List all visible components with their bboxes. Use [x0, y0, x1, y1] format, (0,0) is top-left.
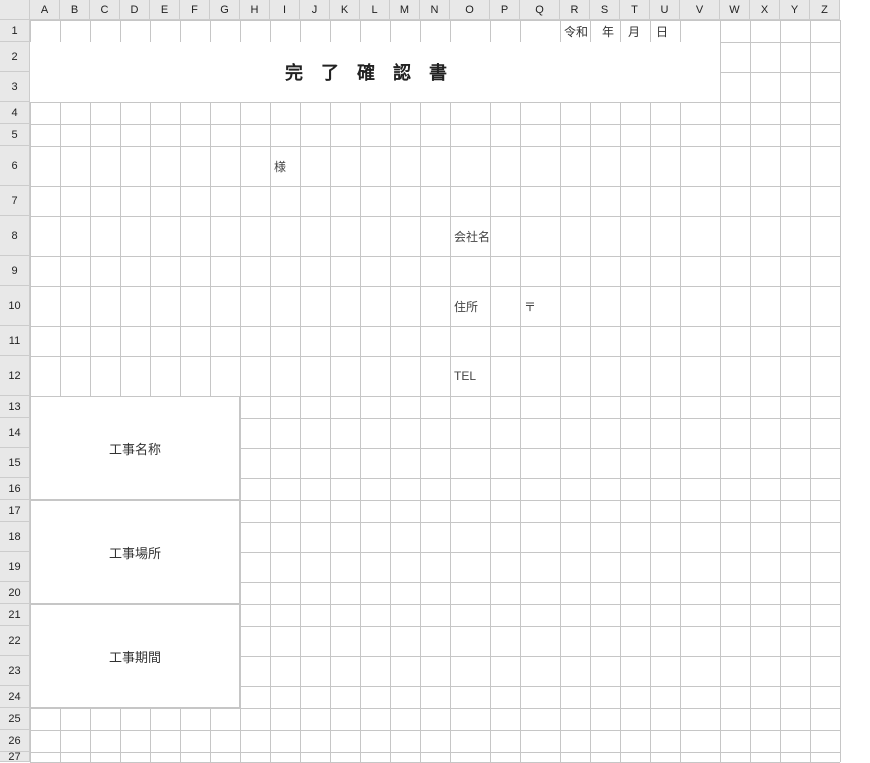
- row-header-3[interactable]: 3: [0, 72, 30, 102]
- column-header-P[interactable]: P: [490, 0, 520, 20]
- column-header-L[interactable]: L: [360, 0, 390, 20]
- row-header-15[interactable]: 15: [0, 448, 30, 478]
- row-header-13[interactable]: 13: [0, 396, 30, 418]
- column-header-Y[interactable]: Y: [780, 0, 810, 20]
- column-header-S[interactable]: S: [590, 0, 620, 20]
- column-header-M[interactable]: M: [390, 0, 420, 20]
- column-header-J[interactable]: J: [300, 0, 330, 20]
- job-name-text: 工事名称: [109, 439, 161, 458]
- row-header-19[interactable]: 19: [0, 552, 30, 582]
- column-header-E[interactable]: E: [150, 0, 180, 20]
- row-header-4[interactable]: 4: [0, 102, 30, 124]
- column-header-I[interactable]: I: [270, 0, 300, 20]
- postal-mark: 〒: [520, 286, 560, 326]
- row-header-21[interactable]: 21: [0, 604, 30, 626]
- addressee-suffix: 様: [270, 146, 300, 186]
- row-header-22[interactable]: 22: [0, 626, 30, 656]
- row-header-24[interactable]: 24: [0, 686, 30, 708]
- row-header-7[interactable]: 7: [0, 186, 30, 216]
- job-name-label: 工事名称: [30, 396, 240, 500]
- select-all-corner[interactable]: [0, 0, 30, 20]
- row-header-25[interactable]: 25: [0, 708, 30, 730]
- column-header-V[interactable]: V: [680, 0, 720, 20]
- job-period-label: 工事期間: [30, 604, 240, 708]
- row-header-9[interactable]: 9: [0, 256, 30, 286]
- row-header-18[interactable]: 18: [0, 522, 30, 552]
- job-place-text: 工事場所: [109, 543, 161, 562]
- row-header-5[interactable]: 5: [0, 124, 30, 146]
- cell-grid[interactable]: 令和年月日 完了確認書 様 会社名 住所 〒 TEL 工事名称 工事場所 工事期…: [30, 20, 840, 762]
- row-header-26[interactable]: 26: [0, 730, 30, 752]
- column-header-H[interactable]: H: [240, 0, 270, 20]
- spreadsheet: ABCDEFGHIJKLMNOPQRSTUVWXYZ 1234567891011…: [0, 0, 870, 742]
- column-header-A[interactable]: A: [30, 0, 60, 20]
- row-header-17[interactable]: 17: [0, 500, 30, 522]
- column-header-O[interactable]: O: [450, 0, 490, 20]
- document-title: 完了確認書: [30, 42, 720, 102]
- column-header-C[interactable]: C: [90, 0, 120, 20]
- column-header-W[interactable]: W: [720, 0, 750, 20]
- column-header-B[interactable]: B: [60, 0, 90, 20]
- row-header-27[interactable]: 27: [0, 752, 30, 762]
- column-header-T[interactable]: T: [620, 0, 650, 20]
- column-header-F[interactable]: F: [180, 0, 210, 20]
- row-header-20[interactable]: 20: [0, 582, 30, 604]
- column-header-G[interactable]: G: [210, 0, 240, 20]
- column-header-N[interactable]: N: [420, 0, 450, 20]
- job-place-label: 工事場所: [30, 500, 240, 604]
- row-header-16[interactable]: 16: [0, 478, 30, 500]
- column-header-D[interactable]: D: [120, 0, 150, 20]
- column-header-X[interactable]: X: [750, 0, 780, 20]
- company-label: 会社名: [450, 216, 490, 256]
- row-header-6[interactable]: 6: [0, 146, 30, 186]
- column-header-U[interactable]: U: [650, 0, 680, 20]
- job-period-text: 工事期間: [109, 647, 161, 666]
- day-label: 日: [656, 23, 668, 40]
- date-era-line: 令和年月日: [560, 20, 720, 42]
- row-header-23[interactable]: 23: [0, 656, 30, 686]
- column-header-K[interactable]: K: [330, 0, 360, 20]
- row-header-11[interactable]: 11: [0, 326, 30, 356]
- title-text: 完了確認書: [285, 59, 465, 85]
- row-header-2[interactable]: 2: [0, 42, 30, 72]
- row-header-8[interactable]: 8: [0, 216, 30, 256]
- month-label: 月: [628, 23, 640, 40]
- year-label: 年: [602, 23, 614, 40]
- row-header-1[interactable]: 1: [0, 20, 30, 42]
- column-header-R[interactable]: R: [560, 0, 590, 20]
- column-header-Q[interactable]: Q: [520, 0, 560, 20]
- row-header-14[interactable]: 14: [0, 418, 30, 448]
- era-label: 令和: [564, 23, 588, 40]
- tel-label: TEL: [450, 356, 490, 396]
- column-header-Z[interactable]: Z: [810, 0, 840, 20]
- row-header-10[interactable]: 10: [0, 286, 30, 326]
- address-label: 住所: [450, 286, 490, 326]
- row-header-12[interactable]: 12: [0, 356, 30, 396]
